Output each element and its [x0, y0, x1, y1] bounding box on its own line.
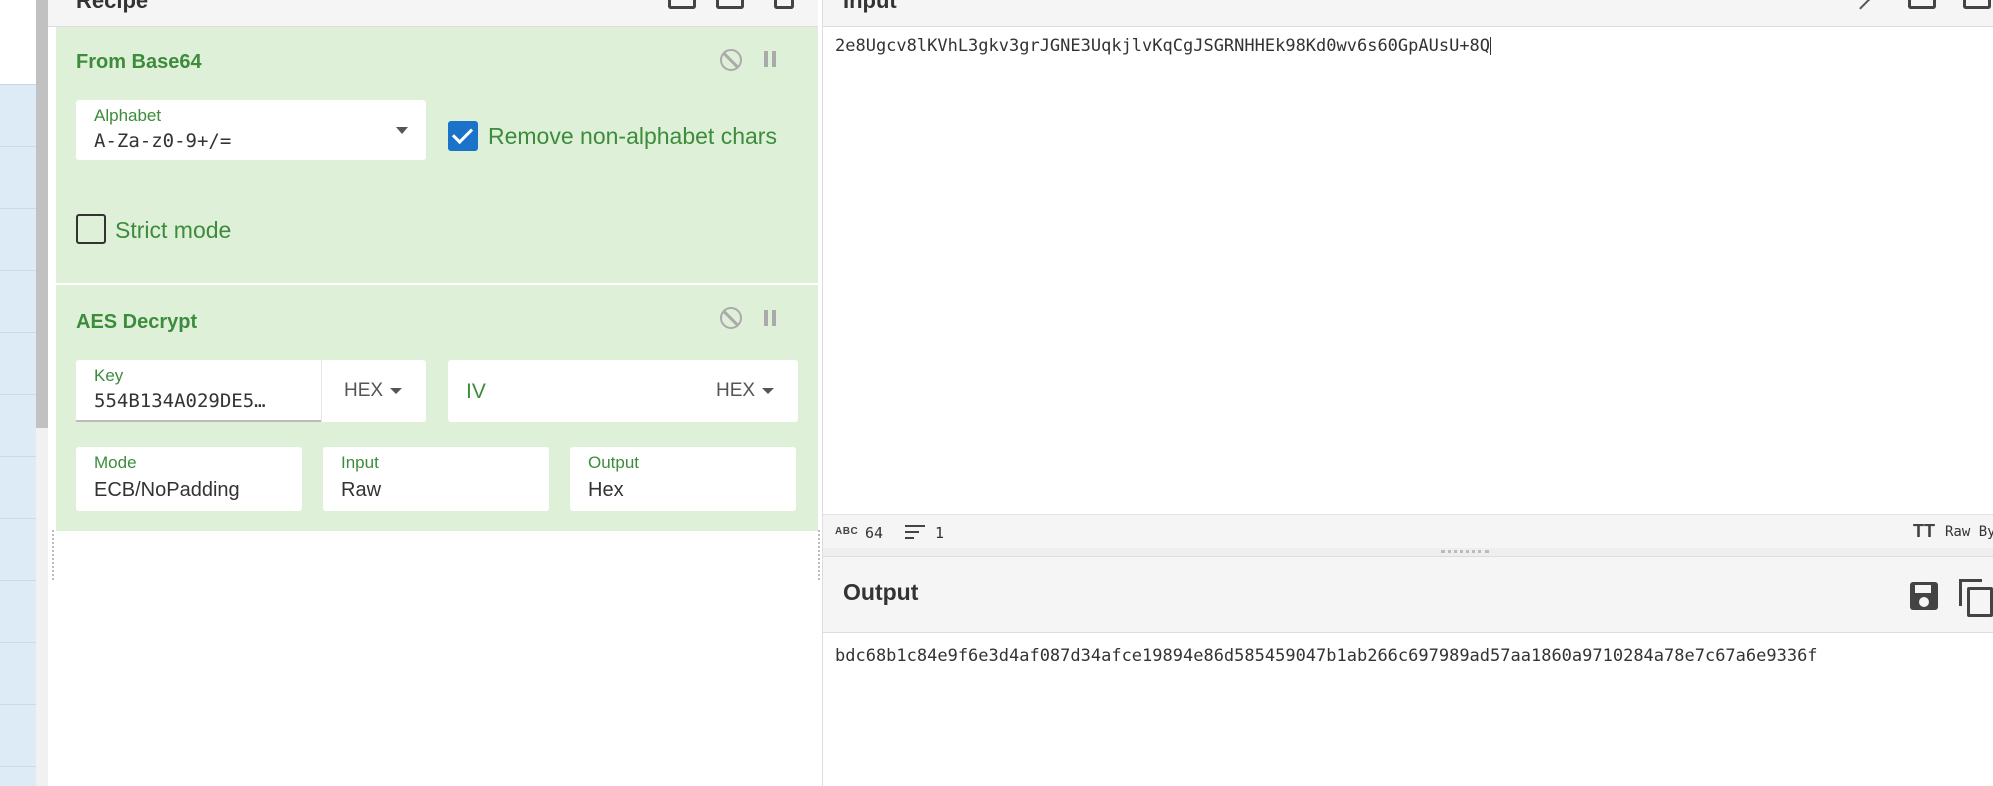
- operation-title: AES Decrypt: [76, 311, 198, 333]
- operation-aes-decrypt: AES Decrypt Key 554B134A029DE5… HEX IV H…: [56, 285, 818, 531]
- input-status-bar: ABC 64 1 TT Raw Bytes: [823, 514, 1993, 549]
- output-format-select[interactable]: Output Hex: [570, 447, 796, 511]
- iv-format-dropdown[interactable]: HEX: [716, 380, 755, 402]
- key-label: Key: [94, 366, 124, 385]
- breakpoint-icon[interactable]: [763, 310, 777, 326]
- font-size-icon[interactable]: TT: [1913, 521, 1935, 542]
- operation-item[interactable]: [0, 456, 36, 457]
- mode-label: Mode: [94, 453, 137, 472]
- remove-non-alphabet-label: Remove non-alphabet chars: [488, 123, 777, 149]
- operations-list: [0, 0, 37, 786]
- strict-mode-label: Strict mode: [115, 217, 232, 243]
- key-field[interactable]: Key 554B134A029DE5… HEX: [76, 360, 426, 422]
- input-header: Input: [823, 0, 1993, 27]
- text-cursor: [1490, 37, 1492, 55]
- recipe-panel: Recipe From Base64 Alphabet A-Za-z0-9+/=…: [48, 0, 820, 786]
- alphabet-value: A-Za-z0-9+/=: [94, 130, 232, 152]
- output-panel: Output bdc68b1c84e9f6e3d4af087d34afce198…: [822, 548, 1993, 786]
- operations-list-divider: [0, 84, 36, 85]
- chevron-down-icon: [396, 127, 408, 134]
- key-underline: [76, 420, 322, 422]
- chevron-down-icon: [390, 388, 402, 394]
- output-title: Output: [843, 579, 919, 605]
- key-format-dropdown[interactable]: HEX: [344, 380, 383, 402]
- disable-icon[interactable]: [720, 49, 742, 71]
- output-header: Output: [823, 557, 1993, 633]
- input-content: 2e8Ugcv8lKVhL3gkv3grJGNE3UqkjlvKqCgJSGRN…: [835, 36, 1491, 56]
- operation-item[interactable]: [0, 766, 36, 767]
- operation-item[interactable]: [0, 704, 36, 705]
- alphabet-select[interactable]: Alphabet A-Za-z0-9+/=: [76, 100, 426, 160]
- scrollbar-thumb[interactable]: [36, 0, 48, 428]
- input-format-select[interactable]: Input Raw: [323, 447, 549, 511]
- operations-scrollbar[interactable]: [36, 0, 48, 786]
- key-input[interactable]: 554B134A029DE5…: [94, 390, 266, 412]
- operation-from-base64: From Base64 Alphabet A-Za-z0-9+/= Remove…: [56, 27, 818, 283]
- output-format-value: Hex: [588, 479, 624, 501]
- save-icon[interactable]: [1910, 582, 1938, 610]
- operation-item[interactable]: [0, 208, 36, 209]
- strict-mode-checkbox[interactable]: [76, 214, 106, 244]
- remove-non-alphabet-checkbox[interactable]: [448, 121, 478, 151]
- operation-item[interactable]: [0, 642, 36, 643]
- encoding-label[interactable]: Raw Bytes: [1945, 524, 1993, 540]
- input-format-value: Raw: [341, 479, 382, 501]
- breakpoint-icon[interactable]: [763, 51, 777, 67]
- operation-title: From Base64: [76, 51, 202, 73]
- operation-item[interactable]: [0, 518, 36, 519]
- input-panel: Input 2e8Ugcv8lKVhL3gkv3grJGNE3UqkjlvKqC…: [822, 0, 1993, 549]
- save-recipe-icon[interactable]: [668, 0, 696, 16]
- iv-input[interactable]: IV: [466, 380, 486, 404]
- panel-resizer[interactable]: [52, 530, 56, 580]
- load-recipe-icon[interactable]: [716, 0, 744, 16]
- operation-item[interactable]: [0, 394, 36, 395]
- input-title: Input: [843, 0, 897, 13]
- mode-select[interactable]: Mode ECB/NoPadding: [76, 447, 302, 511]
- disable-icon[interactable]: [720, 307, 742, 329]
- lines-icon: [905, 525, 925, 539]
- chevron-down-icon: [762, 388, 774, 394]
- operation-item[interactable]: [0, 332, 36, 333]
- operation-item[interactable]: [0, 146, 36, 147]
- recipe-title: Recipe: [76, 0, 149, 13]
- line-count: 1: [935, 524, 945, 542]
- alphabet-label: Alphabet: [94, 106, 162, 125]
- iv-field[interactable]: IV HEX: [448, 360, 798, 422]
- mode-value: ECB/NoPadding: [94, 479, 240, 501]
- clear-recipe-icon[interactable]: [774, 0, 800, 16]
- new-tab-icon[interactable]: [1908, 0, 1936, 16]
- operations-list-items: [0, 84, 36, 786]
- expand-icon[interactable]: [1853, 0, 1871, 10]
- open-file-icon[interactable]: [1963, 0, 1991, 16]
- char-count: 64: [865, 524, 884, 542]
- input-textarea[interactable]: 2e8Ugcv8lKVhL3gkv3grJGNE3UqkjlvKqCgJSGRN…: [835, 36, 1492, 56]
- field-divider: [321, 360, 322, 422]
- input-format-label: Input: [341, 453, 379, 472]
- operation-item[interactable]: [0, 580, 36, 581]
- operation-item[interactable]: [0, 270, 36, 271]
- recipe-header: Recipe: [48, 0, 818, 27]
- output-format-label: Output: [588, 453, 640, 472]
- panel-resizer[interactable]: [823, 548, 1993, 557]
- copy-icon[interactable]: [1959, 579, 1993, 617]
- abc-icon: ABC: [835, 526, 859, 537]
- output-content[interactable]: bdc68b1c84e9f6e3d4af087d34afce19894e86d5…: [835, 646, 1818, 666]
